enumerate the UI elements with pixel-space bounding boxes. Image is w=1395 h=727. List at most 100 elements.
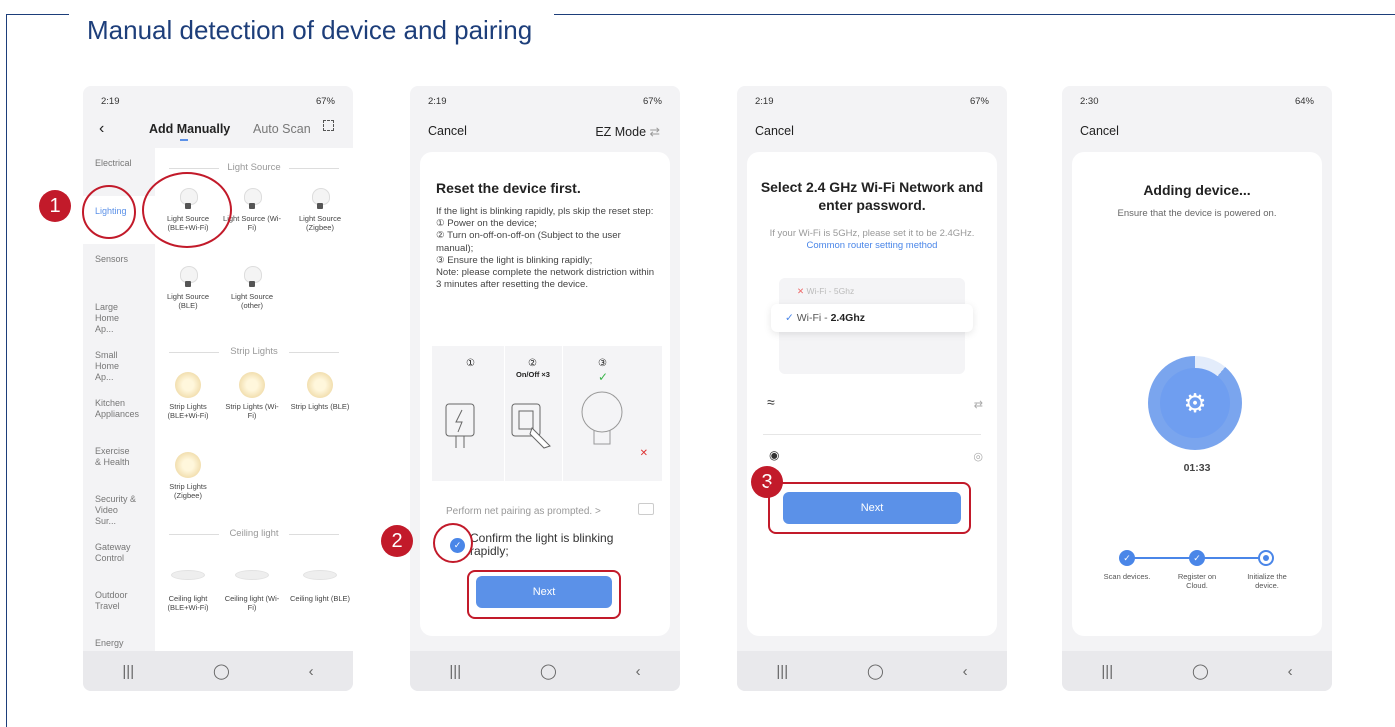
tab-add-manually[interactable]: Add Manually [149, 122, 230, 136]
device-tile[interactable]: Strip Lights (BLE) [289, 372, 351, 411]
instruction-line: If the light is blinking rapidly, pls sk… [436, 206, 654, 217]
phone-wifi-select: 2:19 67% Cancel Select 2.4 GHz Wi-Fi Net… [737, 86, 1007, 691]
card-subtitle: Ensure that the device is powered on. [1117, 208, 1277, 219]
step-badge: 1 [39, 190, 71, 222]
home-icon[interactable]: ◯ [867, 662, 884, 680]
device-tile[interactable]: Ceiling light (BLE+Wi-Fi) [157, 562, 219, 612]
wifi-24g-prefix: Wi-Fi - [796, 312, 831, 324]
sidebar-item[interactable]: Sensors [83, 244, 155, 292]
recent-apps-icon[interactable]: ||| [776, 663, 788, 680]
switch-press-icon [511, 403, 551, 449]
strip-light-icon [175, 452, 201, 478]
bulb-icon [311, 188, 330, 210]
page-title: Manual detection of device and pairing [69, 13, 555, 47]
ssid-field-line[interactable] [763, 434, 981, 435]
wifi-icon: ≈ [767, 394, 775, 410]
device-tile[interactable]: Strip Lights (Wi-Fi) [221, 372, 283, 420]
sidebar-item[interactable]: Security & Video Sur... [83, 484, 139, 532]
sidebar-item[interactable]: Small Home Ap... [83, 340, 129, 388]
device-tile[interactable]: Light Source (Zigbee) [289, 188, 351, 232]
check-icon: ✓ [1189, 550, 1205, 566]
back-nav-icon[interactable]: ‹ [636, 663, 641, 680]
battery-text: 64% [1294, 96, 1314, 107]
device-tile[interactable]: Light Source (other) [221, 266, 283, 310]
strip-light-icon [307, 372, 333, 398]
recent-apps-icon[interactable]: ||| [1101, 663, 1113, 680]
status-bar: 2:19 67% [428, 96, 662, 107]
battery-text: 67% [315, 96, 335, 107]
recent-apps-icon[interactable]: ||| [122, 663, 134, 680]
battery-text: 67% [642, 96, 662, 107]
recent-apps-icon[interactable]: ||| [449, 663, 461, 680]
nav-bar: ||| ◯ ‹ [1062, 651, 1332, 691]
tile-label: Strip Lights (Wi-Fi) [225, 402, 279, 420]
back-icon[interactable]: ‹ [99, 120, 104, 138]
net-pairing-link[interactable]: Perform net pairing as prompted. > [446, 506, 601, 517]
back-nav-icon[interactable]: ‹ [1288, 663, 1293, 680]
step-label: Scan devices. [1103, 572, 1151, 581]
device-tile[interactable]: Ceiling light (BLE) [289, 562, 351, 603]
ez-mode-button[interactable]: EZ Mode ⇄ [595, 124, 660, 139]
card-title: Reset the device first. [436, 180, 581, 196]
tab-underline [180, 139, 188, 141]
step-label: Register on Cloud. [1177, 572, 1217, 590]
instruction-line: ① Power on the device; [436, 218, 537, 230]
ceiling-light-icon [303, 570, 337, 580]
highlight-circle [433, 523, 473, 563]
cancel-button[interactable]: Cancel [1080, 124, 1119, 138]
device-tile[interactable]: Ceiling light (Wi-Fi) [221, 562, 283, 612]
device-tile[interactable]: Light Source (BLE) [157, 266, 219, 310]
tile-label: Ceiling light (Wi-Fi) [224, 594, 280, 612]
wifi-24g-item: ✓ Wi-Fi - 2.4Ghz [771, 304, 973, 332]
adding-card: Adding device... Ensure that the device … [1072, 152, 1322, 636]
wifi-card: Select 2.4 GHz Wi-Fi Network and enter p… [747, 152, 997, 636]
wifi-hint: If your Wi-Fi is 5GHz, please set it to … [763, 228, 981, 252]
illus-step-2: ② [528, 358, 537, 369]
back-nav-icon[interactable]: ‹ [963, 663, 968, 680]
router-setting-link[interactable]: Common router setting method [807, 240, 938, 251]
highlight-circle [82, 185, 136, 239]
sidebar-item[interactable]: Outdoor Travel [83, 580, 129, 628]
sidebar-item[interactable]: Gateway Control [83, 532, 133, 580]
eye-icon[interactable]: ◎ [973, 450, 983, 463]
home-icon[interactable]: ◯ [1192, 662, 1209, 680]
battery-text: 67% [969, 96, 989, 107]
status-time: 2:30 [1080, 96, 1099, 107]
video-icon[interactable] [638, 503, 654, 515]
back-nav-icon[interactable]: ‹ [309, 663, 314, 680]
switch-network-icon[interactable]: ⇄ [974, 398, 983, 411]
phone-adding-device: 2:30 64% Cancel Adding device... Ensure … [1062, 86, 1332, 691]
check-icon: ✓ [1119, 550, 1135, 566]
tile-label: Light Source (other) [230, 292, 274, 310]
cancel-button[interactable]: Cancel [755, 124, 794, 138]
sidebar-item[interactable]: Kitchen Appliances [83, 388, 139, 436]
close-icon: ✕ [639, 448, 648, 459]
strip-light-icon [175, 372, 201, 398]
home-icon[interactable]: ◯ [213, 662, 230, 680]
wifi-5g-item: ✕ Wi-Fi - 5Ghz [797, 286, 855, 296]
lock-icon: ◉ [769, 448, 780, 462]
tile-label: Ceiling light (BLE+Wi-Fi) [167, 594, 209, 612]
status-bar: 2:19 67% [755, 96, 989, 107]
header: ‹ Add Manually Auto Scan [83, 118, 353, 144]
home-icon[interactable]: ◯ [540, 662, 557, 680]
tile-label: Strip Lights (BLE+Wi-Fi) [167, 402, 209, 420]
illus-sub: On/Off ×3 [516, 370, 550, 379]
plug-icon [445, 403, 475, 448]
highlight-box [768, 482, 971, 534]
status-time: 2:19 [101, 96, 120, 107]
status-bar: 2:30 64% [1080, 96, 1314, 107]
sidebar-item[interactable]: Large Home Ap... [83, 292, 129, 340]
status-time: 2:19 [755, 96, 774, 107]
step-label: Initialize the device. [1247, 572, 1287, 590]
cancel-button[interactable]: Cancel [428, 124, 467, 138]
device-tile[interactable]: Strip Lights (BLE+Wi-Fi) [157, 372, 219, 420]
tab-auto-scan[interactable]: Auto Scan [253, 122, 311, 136]
device-tile[interactable]: Strip Lights (Zigbee) [157, 452, 219, 500]
confirm-label: Confirm the light is blinking rapidly; [470, 531, 614, 558]
hint-text: If your Wi-Fi is 5GHz, please set it to … [769, 228, 975, 239]
switch-icon: ⇄ [649, 125, 660, 139]
sidebar-item[interactable]: Exercise & Health [83, 436, 133, 484]
ceiling-light-icon [235, 570, 269, 580]
scan-icon[interactable] [323, 120, 334, 131]
